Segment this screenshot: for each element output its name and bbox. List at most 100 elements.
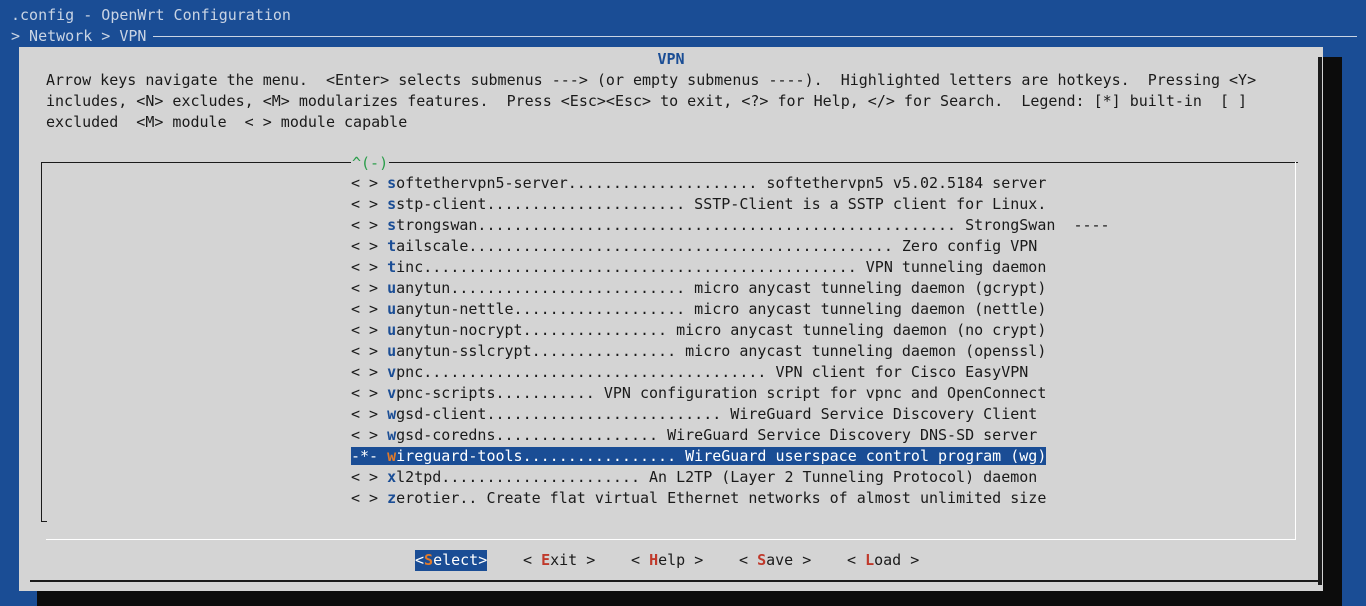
menu-item[interactable]: < > tailscale...........................…	[351, 236, 1110, 257]
menu-item-state: < >	[351, 405, 379, 423]
menu-item-label: strongswan..............................…	[387, 216, 1109, 234]
save-button[interactable]: < Save >	[739, 550, 811, 571]
menu-item-hotkey: v	[387, 363, 397, 381]
help-text-line-3: excluded <M> module < > module capable	[46, 113, 408, 131]
menu-item-text: l2tpd...................... An L2TP (Lay…	[396, 468, 1038, 486]
menu-item[interactable]: < > xl2tpd...................... An L2TP…	[351, 467, 1110, 488]
menu-item[interactable]: < > uanytun.......................... mi…	[351, 278, 1110, 299]
menu-item-state: < >	[351, 258, 379, 276]
menu-item-hotkey: x	[387, 468, 397, 486]
menu-item-hotkey: w	[387, 405, 397, 423]
menu-item[interactable]: < > zerotier.. Create flat virtual Ether…	[351, 488, 1110, 509]
menu-item-label: uanytun-sslcrypt................ micro a…	[387, 342, 1046, 360]
menu-item-text: trongswan...............................…	[396, 216, 1110, 234]
menu-item-label: wireguard-tools................. WireGua…	[387, 447, 1047, 465]
menu-item-gap	[378, 384, 387, 402]
menu-item-gap	[378, 468, 387, 486]
dialog-title: VPN	[657, 50, 685, 68]
menu-item-hotkey: v	[387, 384, 397, 402]
menu-frame-bottom	[46, 539, 1296, 540]
menu-item[interactable]: < > wgsd-coredns.................. WireG…	[351, 425, 1110, 446]
window-title: .config - OpenWrt Configuration	[11, 6, 291, 24]
menu-item-state: < >	[351, 342, 379, 360]
menu-item-label: vpnc....................................…	[387, 363, 1028, 381]
menu-item-state: < >	[351, 468, 379, 486]
menu-item-hotkey: w	[387, 426, 397, 444]
scroll-up-indicator: ^(-)	[351, 153, 390, 174]
menu-item-label: tailscale...............................…	[387, 237, 1037, 255]
menu-item-label: vpnc-scripts........... VPN configuratio…	[387, 384, 1046, 402]
menu-item[interactable]: < > uanytun-nettle................... mi…	[351, 299, 1110, 320]
menu-item-gap	[378, 426, 387, 444]
menu-item-label: xl2tpd...................... An L2TP (La…	[387, 468, 1037, 486]
menu-item-hotkey: u	[387, 279, 397, 297]
menu-item-label: softethervpn5-server....................…	[387, 174, 1046, 192]
help-button[interactable]: < Help >	[631, 550, 703, 571]
menu-item-gap	[378, 363, 387, 381]
menu-item-gap	[378, 342, 387, 360]
menu-item[interactable]: < > tinc................................…	[351, 257, 1110, 278]
menu-item-label: tinc....................................…	[387, 258, 1046, 276]
menu-item-gap	[378, 279, 387, 297]
menu-item[interactable]: < > sstp-client...................... SS…	[351, 194, 1110, 215]
menu-item-state: < >	[351, 195, 379, 213]
menu-item-hotkey: w	[387, 447, 397, 465]
select-button[interactable]: <Select>	[415, 550, 488, 571]
menu-item-text: inc.....................................…	[396, 258, 1047, 276]
menu-item-label: wgsd-client.......................... Wi…	[387, 405, 1037, 423]
menu-item[interactable]: < > vpnc-scripts........... VPN configur…	[351, 383, 1110, 404]
menu-item-state: < >	[351, 237, 379, 255]
menu-item-label: zerotier.. Create flat virtual Ethernet …	[387, 489, 1046, 507]
menu-item-gap	[378, 174, 387, 192]
menu-item-state: < >	[351, 489, 379, 507]
menu-item-hotkey: s	[387, 174, 397, 192]
menu-item-hotkey: s	[387, 216, 397, 234]
menu-item[interactable]: < > strongswan..........................…	[351, 215, 1110, 236]
menu-item-text: anytun-nocrypt................ micro any…	[396, 321, 1047, 339]
menu-item-gap	[378, 447, 388, 465]
menu-item[interactable]: < > uanytun-sslcrypt................ mic…	[351, 341, 1110, 362]
menu-item-label: uanytun-nettle................... micro …	[387, 300, 1046, 318]
menu-item-label: wgsd-coredns.................. WireGuard…	[387, 426, 1037, 444]
menu-frame-top	[46, 162, 1298, 163]
menu-item-gap	[378, 405, 387, 423]
menu-item[interactable]: < > vpnc................................…	[351, 362, 1110, 383]
menu-item-state: < >	[351, 174, 379, 192]
menu-item-hotkey: u	[387, 342, 397, 360]
menu-item-text: pnc-scripts........... VPN configuration…	[396, 384, 1047, 402]
menu-item-text: ailscale................................…	[396, 237, 1038, 255]
menu-item-state: < >	[351, 216, 379, 234]
help-text-line-2: includes, <N> excludes, <M> modularizes …	[46, 92, 1248, 110]
breadcrumb-row: > Network > VPN	[11, 26, 1366, 47]
menu-item[interactable]: < > uanytun-nocrypt................ micr…	[351, 320, 1110, 341]
menu-frame-right	[1295, 162, 1296, 540]
menu-item-gap	[378, 258, 387, 276]
menu-list[interactable]: < > softethervpn5-server................…	[351, 173, 1110, 509]
menu-item-gap	[378, 321, 387, 339]
menu-item-state: < >	[351, 279, 379, 297]
exit-button[interactable]: < Exit >	[523, 550, 595, 571]
menu-item-text: ireguard-tools................. WireGuar…	[396, 447, 1047, 465]
menu-item-text: anytun-sslcrypt................ micro an…	[396, 342, 1047, 360]
menu-item-label: uanytun-nocrypt................ micro an…	[387, 321, 1046, 339]
menu-item-state: < >	[351, 384, 379, 402]
menu-item-hotkey: u	[387, 300, 397, 318]
dialog-bottom-border	[30, 580, 1322, 582]
menu-item-gap	[378, 489, 387, 507]
menu-item-text: gsd-client.......................... Wir…	[396, 405, 1038, 423]
menu-item-text: anytun-nettle................... micro a…	[396, 300, 1047, 318]
menu-item-hotkey: t	[387, 258, 397, 276]
menu-item-hotkey: z	[387, 489, 397, 507]
menu-item[interactable]: < > wgsd-client.........................…	[351, 404, 1110, 425]
menu-item-gap	[378, 300, 387, 318]
menu-item-gap	[378, 216, 387, 234]
menu-item-selected[interactable]: -*- wireguard-tools................. Wir…	[351, 446, 1110, 467]
menu-item-text: oftethervpn5-server.....................…	[396, 174, 1047, 192]
menu-item-text: erotier.. Create flat virtual Ethernet n…	[396, 489, 1047, 507]
breadcrumb: > Network > VPN	[11, 26, 154, 47]
load-button[interactable]: < Load >	[847, 550, 919, 571]
menu-item-state: < >	[351, 426, 379, 444]
menu-item-state: < >	[351, 363, 379, 381]
menu-item[interactable]: < > softethervpn5-server................…	[351, 173, 1110, 194]
menu-item-hotkey: s	[387, 195, 397, 213]
